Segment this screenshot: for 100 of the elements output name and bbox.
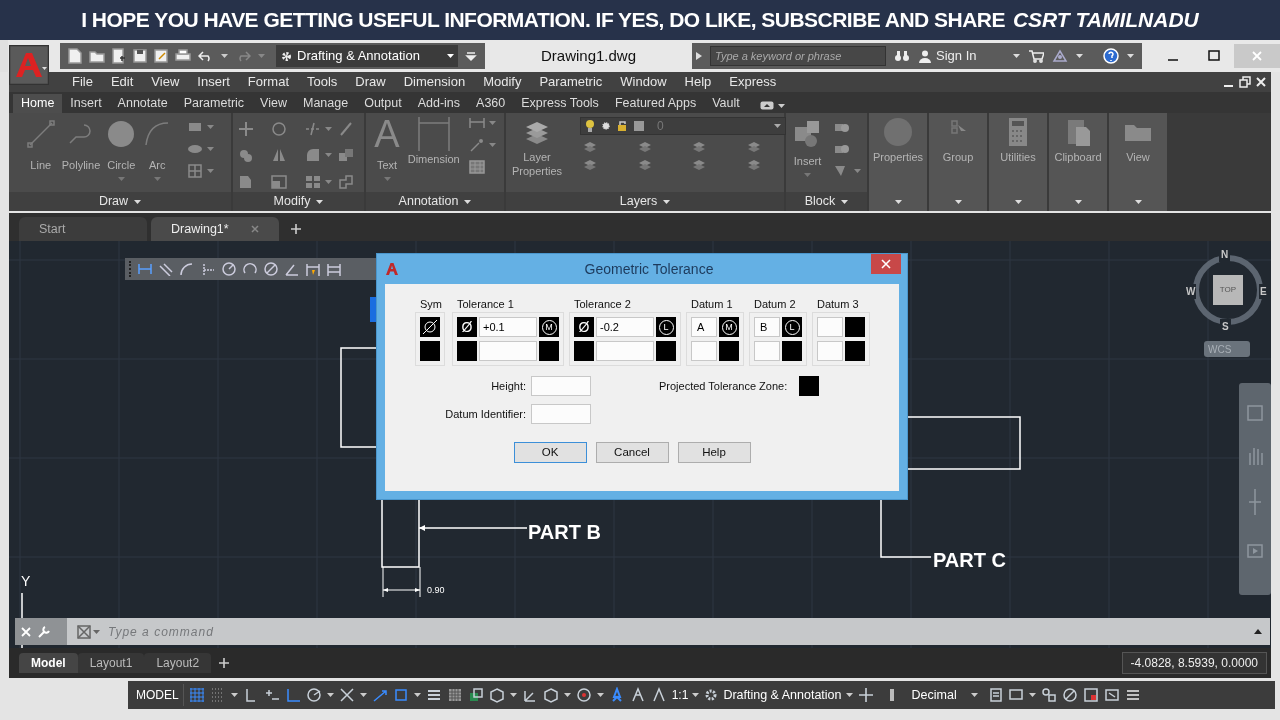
menu-item[interactable]: Parametric <box>530 72 612 92</box>
file-tab[interactable]: Start <box>19 217 147 241</box>
folder-icon[interactable] <box>89 49 105 63</box>
caret-icon[interactable] <box>663 199 671 204</box>
tool-label[interactable]: Layer Properties <box>504 151 570 179</box>
table-icon[interactable] <box>467 159 486 175</box>
lineweight-icon[interactable] <box>425 687 442 703</box>
menu-item[interactable]: Insert <box>188 72 239 92</box>
caret-icon[interactable] <box>464 199 472 204</box>
dialog-button[interactable]: OK <box>513 442 587 463</box>
panel-title[interactable]: Layers <box>619 192 658 211</box>
menu-item[interactable]: Modify <box>474 72 531 92</box>
caret-icon[interactable] <box>970 693 978 697</box>
grid-icon[interactable] <box>188 687 205 703</box>
angular-dimension-icon[interactable] <box>284 262 300 276</box>
menu-icon[interactable] <box>1124 687 1141 703</box>
save-icon[interactable] <box>133 49 147 63</box>
input-field[interactable] <box>817 317 843 337</box>
ribbon-tab[interactable]: Annotate <box>109 94 176 113</box>
material-condition-button[interactable]: L <box>656 317 676 337</box>
units-dropdown[interactable]: Decimal <box>911 685 978 705</box>
command-history-icon[interactable] <box>77 624 91 639</box>
layout-tab[interactable]: Model <box>19 653 78 673</box>
tool-label[interactable]: Circle <box>107 159 136 173</box>
input-field[interactable] <box>531 376 591 396</box>
dialog-button[interactable]: Cancel <box>595 442 669 463</box>
tool-label[interactable]: Insert <box>793 155 822 169</box>
caret-icon[interactable] <box>1074 199 1082 204</box>
material-condition-button[interactable]: M <box>539 317 559 337</box>
menu-item[interactable]: Express <box>720 72 786 92</box>
ribbon-tab[interactable]: Parametric <box>175 94 253 113</box>
binoculars-icon[interactable] <box>894 49 910 63</box>
caret-icon[interactable] <box>1076 54 1083 58</box>
layer-tool-icon[interactable] <box>582 139 598 153</box>
caret-icon[interactable] <box>894 199 902 204</box>
menu-item[interactable]: Help <box>675 72 721 92</box>
layer-tool-icon[interactable] <box>691 139 707 153</box>
input-field[interactable] <box>479 341 537 361</box>
tool-label[interactable]: Text <box>376 159 398 173</box>
menu-item[interactable]: Format <box>238 72 298 92</box>
navigation-bar[interactable] <box>1239 383 1271 595</box>
ribbon-tab[interactable]: Express Tools <box>513 94 607 113</box>
plus-icon[interactable] <box>219 658 230 668</box>
dimension-icon[interactable] <box>416 115 451 151</box>
ribbon-tab[interactable]: View <box>252 94 295 113</box>
layer-tool-icon[interactable] <box>582 157 598 171</box>
linear-dimension-icon[interactable] <box>467 115 486 131</box>
caret-icon[interactable] <box>777 103 785 108</box>
search-field[interactable]: Type a keyword or phrase <box>710 46 886 66</box>
wrench-icon[interactable] <box>37 624 51 639</box>
panel-toggle-icon[interactable] <box>759 101 774 110</box>
material-condition-button[interactable]: M <box>719 317 739 337</box>
input-field[interactable] <box>596 341 654 361</box>
new-file-icon[interactable] <box>68 48 82 64</box>
input-field[interactable]: A <box>691 317 717 337</box>
input-field[interactable]: +0.1 <box>479 317 537 337</box>
expand-up-icon[interactable] <box>1254 629 1262 634</box>
line-icon[interactable] <box>25 119 56 149</box>
projected-zone-button[interactable] <box>799 376 820 396</box>
panel-label[interactable]: View <box>1126 151 1150 165</box>
caret-icon[interactable] <box>692 693 700 697</box>
plus-icon[interactable] <box>857 687 874 703</box>
expand-icon[interactable] <box>696 52 702 60</box>
cart-icon[interactable] <box>1028 49 1044 63</box>
scale-dropdown[interactable]: 1:1 <box>671 686 700 704</box>
triangle-nodes-icon[interactable] <box>1052 49 1068 63</box>
caret-icon[interactable] <box>845 693 853 697</box>
tool-label[interactable]: Polyline <box>61 159 101 173</box>
panel-label[interactable]: Utilities <box>1000 151 1036 165</box>
circle-icon[interactable] <box>106 119 137 149</box>
help-icon[interactable] <box>1103 48 1119 64</box>
caret-icon[interactable] <box>316 199 324 204</box>
input-field[interactable]: B <box>754 317 780 337</box>
caret-icon[interactable] <box>954 199 962 204</box>
plus-icon[interactable] <box>291 224 301 234</box>
layout-tab[interactable]: Layout1 <box>77 653 145 673</box>
menu-item[interactable]: Draw <box>346 72 395 92</box>
close-button[interactable] <box>871 254 901 274</box>
ribbon-tab[interactable]: Home <box>13 94 63 113</box>
ribbon-tab[interactable]: Output <box>356 94 410 113</box>
caret-icon[interactable] <box>359 693 367 697</box>
symbol-button[interactable]: Ø <box>574 317 594 337</box>
input-field[interactable] <box>817 341 843 361</box>
ribbon-tab[interactable]: Manage <box>294 94 357 113</box>
workspace-dropdown[interactable]: Drafting & Annotation <box>723 685 853 705</box>
caret-icon[interactable] <box>447 54 454 58</box>
tool-label[interactable]: Dimension <box>407 153 460 167</box>
symbol-button[interactable]: Ø <box>457 317 477 337</box>
restore-icon[interactable] <box>1239 76 1251 88</box>
sign-in-button[interactable]: Sign In <box>918 46 977 66</box>
model-space-button[interactable]: MODEL <box>132 684 184 706</box>
caret-icon[interactable] <box>841 199 849 204</box>
caret-icon[interactable] <box>596 693 604 697</box>
input-field[interactable] <box>531 404 591 424</box>
command-field[interactable]: Type a command <box>100 618 1254 645</box>
caret-icon[interactable] <box>134 199 142 204</box>
linear-dimension-icon[interactable] <box>137 262 153 276</box>
diameter-dimension-icon[interactable] <box>263 262 279 276</box>
tool-label[interactable]: Line <box>30 159 52 173</box>
caret-icon[interactable] <box>1028 693 1036 697</box>
